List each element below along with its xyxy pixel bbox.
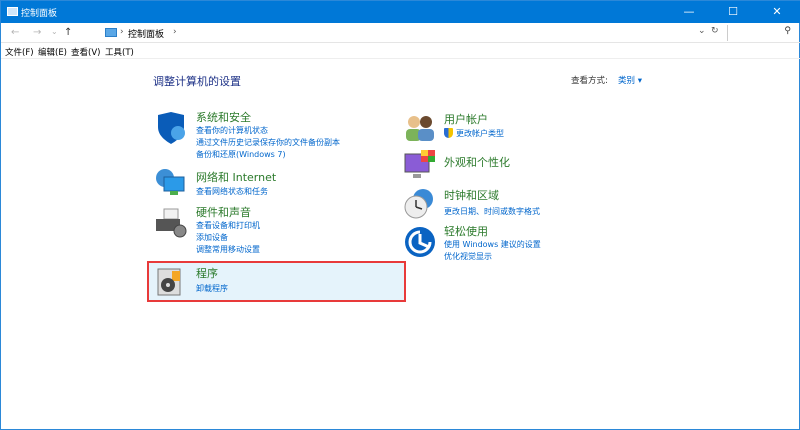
recent-locations-button[interactable]: ⌄ — [51, 27, 58, 36]
address-input[interactable]: › 控制面板 › ⌄ ↻ — [101, 25, 723, 41]
clock-region-link[interactable]: 时钟和区域 — [444, 187, 499, 203]
breadcrumb-separator[interactable]: › — [173, 27, 177, 37]
page-title: 调整计算机的设置 — [153, 75, 241, 88]
breadcrumb-separator[interactable]: › — [120, 27, 124, 37]
address-dropdown-button[interactable]: ⌄ — [698, 26, 706, 36]
network-internet-link[interactable]: 网络和 Internet — [196, 169, 276, 185]
ease-of-access-link[interactable]: 轻松使用 — [444, 223, 488, 239]
users-icon — [406, 116, 434, 141]
ease-of-access-icon — [405, 227, 435, 257]
menu-edit[interactable]: 编辑(E) — [38, 46, 67, 58]
view-by-dropdown[interactable]: 类别 ▾ — [618, 74, 642, 86]
view-computer-status-link[interactable]: 查看你的计算机状态 — [196, 125, 268, 136]
hardware-sound-link[interactable]: 硬件和声音 — [196, 204, 251, 220]
network-status-link[interactable]: 查看网络状态和任务 — [196, 186, 268, 197]
optimize-display-link[interactable]: 优化视觉显示 — [444, 251, 492, 262]
close-button[interactable]: ✕ — [755, 1, 799, 23]
network-icon — [156, 169, 185, 195]
maximize-button[interactable]: ☐ — [711, 1, 755, 23]
uninstall-program-link[interactable]: 卸载程序 — [196, 283, 228, 294]
recommended-settings-link[interactable]: 使用 Windows 建议的设置 — [444, 239, 541, 250]
window-title: 控制面板 — [21, 9, 58, 19]
clock-globe-icon — [404, 189, 433, 219]
menu-bar: 文件(F) 编辑(E) 查看(V) 工具(T) — [1, 43, 800, 59]
menu-view[interactable]: 查看(V) — [71, 46, 100, 58]
system-security-link[interactable]: 系统和安全 — [196, 109, 251, 125]
shield-icon — [158, 112, 185, 144]
view-by-label: 查看方式: — [571, 76, 608, 86]
uac-shield-icon — [444, 128, 453, 138]
file-history-link[interactable]: 通过文件历史记录保存你的文件备份副本 — [196, 137, 340, 148]
programs-link[interactable]: 程序 — [196, 265, 218, 281]
devices-printers-link[interactable]: 查看设备和打印机 — [196, 220, 260, 231]
programs-icon — [157, 268, 181, 296]
up-button[interactable]: ↑ — [64, 27, 72, 38]
address-bar-row: ← → ⌄ ↑ › 控制面板 › ⌄ ↻ ⚲ — [1, 23, 800, 43]
mobility-settings-link[interactable]: 调整常用移动设置 — [196, 244, 260, 255]
back-button[interactable]: ← — [11, 27, 19, 38]
refresh-button[interactable]: ↻ — [711, 26, 719, 36]
add-device-link[interactable]: 添加设备 — [196, 232, 228, 243]
search-icon[interactable]: ⚲ — [784, 26, 791, 36]
backup-restore-link[interactable]: 备份和还原(Windows 7) — [196, 149, 286, 160]
control-panel-icon — [7, 7, 18, 16]
change-account-type-link[interactable]: 更改帐户类型 — [456, 128, 504, 139]
search-input[interactable]: ⚲ — [727, 25, 795, 41]
menu-file[interactable]: 文件(F) — [5, 46, 34, 58]
control-panel-window: 控制面板 — ☐ ✕ ← → ⌄ ↑ › 控制面板 › ⌄ ↻ ⚲ 文件(F) … — [0, 0, 800, 430]
change-date-time-link[interactable]: 更改日期、时间或数字格式 — [444, 206, 540, 217]
menu-tools[interactable]: 工具(T) — [105, 46, 134, 58]
control-panel-icon — [105, 28, 117, 37]
breadcrumb-control-panel[interactable]: 控制面板 — [128, 27, 164, 40]
user-accounts-link[interactable]: 用户帐户 — [444, 111, 488, 127]
printer-icon — [156, 208, 187, 238]
forward-button[interactable]: → — [33, 27, 41, 38]
minimize-button[interactable]: — — [667, 1, 711, 23]
appearance-personalization-link[interactable]: 外观和个性化 — [444, 154, 510, 170]
title-bar: 控制面板 — ☐ ✕ — [1, 1, 800, 23]
appearance-icon — [404, 150, 435, 178]
